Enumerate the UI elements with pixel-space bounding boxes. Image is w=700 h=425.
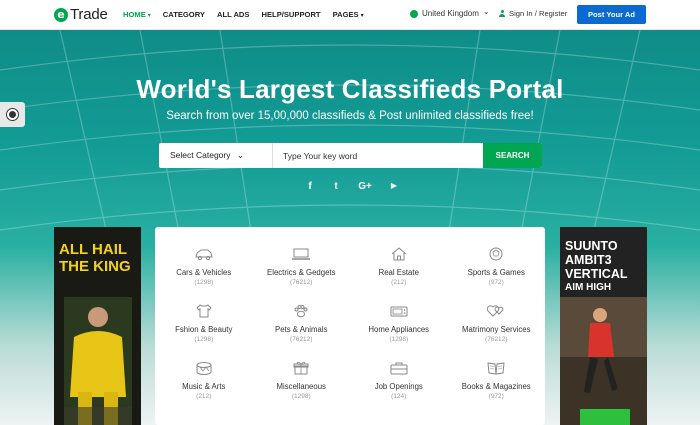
soccer-ball-icon [7,109,18,120]
category-electrics-gadgets[interactable]: Electrics & Gedgets (76212) [253,227,351,286]
left-ad-banner[interactable]: ALL HAIL THE KING [54,227,141,425]
social-links: f t G+ ▶ [305,181,399,192]
categories-panel: Cars & Vehicles (1298) Electrics & Gedge… [155,227,545,425]
category-name: Home Appliances [368,325,430,334]
left-ad-text: ALL HAIL THE KING [59,241,131,275]
left-ad-image [64,297,132,425]
right-ad-image [560,297,647,425]
category-sports-games[interactable]: Sports & Games (972) [448,227,546,286]
search-button[interactable]: SEARCH [483,143,542,168]
region-selector[interactable]: United Kingdom ⌄ [410,7,490,18]
category-count: (124) [391,393,407,400]
hearts-icon [487,305,504,317]
main-nav: HOME ▾ CATEGORY ALL ADS HELP/SUPPORT PAGE… [123,10,364,19]
google-plus-icon[interactable]: G+ [357,181,373,192]
category-select-label: Select Category [170,150,231,160]
post-ad-button[interactable]: Post Your Ad [577,5,646,24]
user-icon [499,10,505,17]
site-logo[interactable]: e Trade [54,6,108,23]
nav-help-support[interactable]: HELP/SUPPORT [262,10,321,19]
facebook-icon[interactable]: f [305,181,315,192]
category-count: (212) [196,393,212,400]
category-real-estate[interactable]: Real Estate (212) [350,227,448,286]
top-navbar: e Trade HOME ▾ CATEGORY ALL ADS HELP/SUPP… [0,0,700,30]
chevron-down-icon: ⌄ [236,150,244,160]
nav-home[interactable]: HOME ▾ [123,10,151,19]
nav-all-ads[interactable]: ALL ADS [217,10,250,19]
category-cars-vehicles[interactable]: Cars & Vehicles (1298) [155,227,253,286]
category-books-magazines[interactable]: Books & Magazines (972) [448,341,546,400]
category-count: (1298) [291,393,311,400]
logo-mark: e [54,7,68,22]
category-miscellaneous[interactable]: Miscellaneous (1298) [253,341,351,400]
side-settings-widget[interactable] [0,102,25,127]
right-ad-tagline: AIM HIGH [565,282,612,293]
category-name: Real Estate [378,268,419,277]
sign-in-link[interactable]: Sign In / Register [499,9,567,18]
ball-icon [489,247,503,261]
category-name: Pets & Animals [275,325,328,334]
category-name: Fshion & Beauty [175,325,233,334]
youtube-icon[interactable]: ▶ [389,181,399,192]
category-name: Sports & Games [467,268,525,277]
category-job-openings[interactable]: Job Openings (124) [350,341,448,400]
globe-icon [410,9,418,18]
logo-text: Trade [70,6,108,23]
box-icon [293,361,309,375]
category-name: Electrics & Gedgets [267,268,336,277]
paw-icon [294,305,308,318]
category-name: Books & Magazines [461,382,531,391]
hero-subtitle: Search from over 15,00,000 classifieds &… [166,110,534,122]
chevron-down-icon: ▾ [360,13,364,19]
keyword-input[interactable] [273,143,483,168]
drum-icon [196,362,212,375]
category-fashion-beauty[interactable]: Fshion & Beauty (1298) [155,284,253,343]
shirt-icon [196,304,212,318]
appliance-icon [390,306,408,317]
nav-pages[interactable]: PAGES ▾ [333,10,364,19]
category-name: Miscellaneous [276,382,326,391]
category-name: Job Openings [374,382,423,391]
hero-title: World's Largest Classifieds Portal [136,74,564,104]
category-pets-animals[interactable]: Pets & Animals (76212) [253,284,351,343]
book-icon [487,362,505,375]
category-music-arts[interactable]: Music & Arts (212) [155,341,253,400]
house-icon [391,247,407,261]
category-count: (972) [488,393,504,400]
search-bar: Select Category ⌄ SEARCH [159,143,542,168]
category-matrimony-services[interactable]: Matrimony Services (76212) [448,284,546,343]
car-icon [195,249,213,261]
category-home-appliances[interactable]: Home Appliances (1298) [350,284,448,343]
category-name: Music & Arts [182,382,226,391]
region-label: United Kingdom [422,9,479,18]
categories-grid: Cars & Vehicles (1298) Electrics & Gedge… [155,227,546,400]
chevron-down-icon: ⌄ [482,7,490,16]
nav-category[interactable]: CATEGORY [163,10,205,19]
right-ad-text: SUUNTO AMBIT3 VERTICAL [565,239,628,281]
category-name: Matrimony Services [462,325,531,334]
twitter-icon[interactable]: t [331,181,341,192]
laptop-icon [292,248,311,260]
chevron-down-icon: ▾ [147,13,151,19]
category-name: Cars & Vehicles [176,268,232,277]
right-ad-banner[interactable]: SUUNTO AMBIT3 VERTICAL AIM HIGH [560,227,647,425]
category-select[interactable]: Select Category ⌄ [159,143,273,168]
sign-in-label: Sign In / Register [509,9,568,18]
briefcase-icon [390,362,408,375]
